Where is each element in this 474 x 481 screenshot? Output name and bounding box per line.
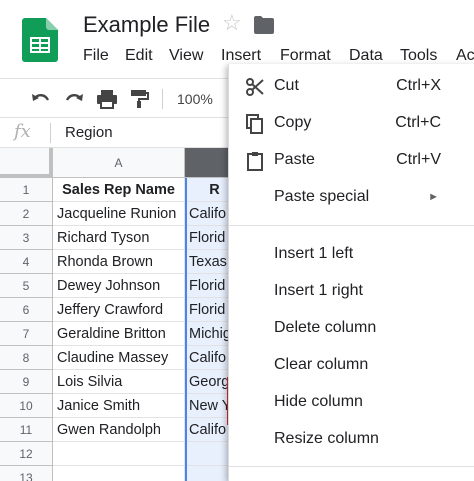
formula-divider (50, 123, 51, 143)
table-cell[interactable]: Jacqueline Runion (53, 202, 185, 226)
select-all-corner[interactable] (0, 148, 53, 178)
menu-addons[interactable]: Ac (456, 47, 474, 65)
menu-separator (229, 225, 474, 226)
menu-item-cut[interactable]: Cut Ctrl+X (229, 68, 474, 105)
menu-item-insert-right[interactable]: Insert 1 right (229, 273, 474, 310)
table-cell[interactable]: Richard Tyson (53, 226, 185, 250)
cut-label: Cut (274, 77, 299, 94)
delete-column-label: Delete column (274, 319, 377, 336)
table-cell[interactable]: Claudine Massey (53, 346, 185, 370)
copy-shortcut: Ctrl+C (395, 114, 441, 131)
menu-edit[interactable]: Edit (125, 47, 153, 65)
paint-format-icon[interactable] (128, 89, 150, 109)
menu-data[interactable]: Data (349, 47, 383, 65)
copy-icon (246, 114, 263, 134)
undo-icon[interactable] (30, 89, 52, 109)
star-icon[interactable]: ☆ (222, 12, 242, 34)
table-cell[interactable]: Rhonda Brown (53, 250, 185, 274)
menu-item-paste[interactable]: Paste Ctrl+V (229, 142, 474, 179)
menu-item-insert-left[interactable]: Insert 1 left (229, 236, 474, 273)
insert-left-label: Insert 1 left (274, 245, 354, 262)
row-header[interactable]: 6 (0, 298, 53, 322)
row-header[interactable]: 2 (0, 202, 53, 226)
menu-item-delete-column[interactable]: Delete column (229, 310, 474, 347)
row-header[interactable]: 4 (0, 250, 53, 274)
row-header[interactable]: 3 (0, 226, 53, 250)
row-header[interactable]: 7 (0, 322, 53, 346)
menu-item-hide-column[interactable]: Hide column (229, 384, 474, 421)
table-cell[interactable]: Geraldine Britton (53, 322, 185, 346)
clear-column-label: Clear column (274, 356, 369, 373)
row-header[interactable]: 13 (0, 466, 53, 481)
document-title[interactable]: Example File (83, 12, 210, 38)
menu-item-resize-column[interactable]: Resize column (229, 421, 474, 458)
clipboard-icon (247, 152, 263, 171)
column-header-a[interactable]: A (53, 148, 185, 178)
fx-icon: fx (14, 121, 31, 142)
zoom-select[interactable]: 100% (177, 91, 213, 107)
menu-insert[interactable]: Insert (221, 47, 261, 65)
menu-item-paste-special[interactable]: Paste special ► (229, 179, 474, 216)
folder-icon[interactable] (254, 16, 274, 34)
toolbar-divider (162, 89, 163, 109)
row-header[interactable]: 1 (0, 178, 53, 202)
row-header[interactable]: 12 (0, 442, 53, 466)
paste-shortcut: Ctrl+V (396, 151, 441, 168)
menu-item-clear-column[interactable]: Clear column (229, 347, 474, 384)
menu-separator (229, 466, 474, 467)
cut-shortcut: Ctrl+X (396, 77, 441, 94)
row-header[interactable]: 11 (0, 418, 53, 442)
table-cell[interactable] (53, 466, 185, 481)
table-cell[interactable]: Gwen Randolph (53, 418, 185, 442)
copy-label: Copy (274, 114, 312, 131)
resize-column-label: Resize column (274, 430, 379, 447)
sheets-logo-icon (22, 18, 58, 62)
context-menu: Cut Ctrl+X Copy Ctrl+C Paste Ctrl+V Past… (228, 64, 474, 481)
hide-column-label: Hide column (274, 393, 363, 410)
row-header[interactable]: 9 (0, 370, 53, 394)
header-cell[interactable]: Sales Rep Name (53, 178, 185, 202)
paste-special-label: Paste special (274, 188, 370, 205)
row-header[interactable]: 8 (0, 346, 53, 370)
table-cell[interactable]: Dewey Johnson (53, 274, 185, 298)
row-header[interactable]: 10 (0, 394, 53, 418)
submenu-arrow-icon: ► (428, 191, 439, 203)
menu-format[interactable]: Format (280, 47, 331, 65)
menu-tools[interactable]: Tools (400, 47, 437, 65)
paste-label: Paste (274, 151, 315, 168)
redo-icon[interactable] (63, 89, 85, 109)
menu-item-copy[interactable]: Copy Ctrl+C (229, 105, 474, 142)
formula-input[interactable]: Region (65, 124, 113, 141)
table-cell[interactable]: Lois Silvia (53, 370, 185, 394)
print-icon[interactable] (96, 89, 118, 109)
scissors-icon (246, 78, 264, 96)
insert-right-label: Insert 1 right (274, 282, 363, 299)
menu-view[interactable]: View (169, 47, 203, 65)
table-cell[interactable]: Janice Smith (53, 394, 185, 418)
table-cell[interactable] (53, 442, 185, 466)
row-header[interactable]: 5 (0, 274, 53, 298)
menu-file[interactable]: File (83, 47, 109, 65)
table-cell[interactable]: Jeffery Crawford (53, 298, 185, 322)
